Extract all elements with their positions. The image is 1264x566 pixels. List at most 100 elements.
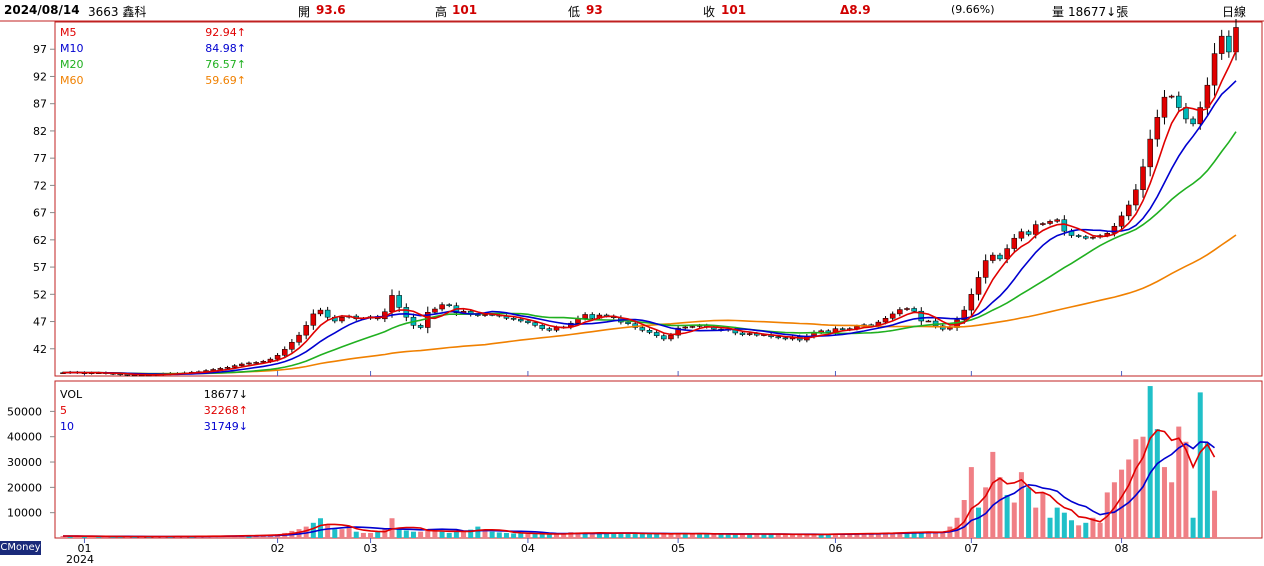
price-legend-value: 92.94↑ bbox=[205, 26, 246, 39]
price-legend-name: M5 bbox=[60, 26, 77, 39]
y-tick-label: 92 bbox=[33, 70, 47, 83]
volume-bar bbox=[1133, 439, 1139, 538]
candle-body bbox=[639, 327, 646, 331]
stock-chart: 01 02 03 04 05 06 07 08202442475257626772778287… bbox=[0, 19, 1264, 566]
y-tick-label: 77 bbox=[33, 152, 47, 165]
price-legend-value: 84.98↑ bbox=[205, 42, 246, 55]
vol-y-tick-label: 40000 bbox=[7, 431, 42, 444]
candle-body bbox=[274, 355, 281, 360]
x-tick-label: 04 bbox=[521, 542, 535, 555]
volume-bar bbox=[418, 531, 424, 538]
x-tick-label: 08 bbox=[1115, 542, 1129, 555]
volume-bar bbox=[976, 507, 982, 538]
volume-bar bbox=[375, 531, 381, 538]
vol-y-tick-label: 10000 bbox=[7, 507, 42, 520]
volume-bar bbox=[310, 522, 316, 538]
candle-body bbox=[1154, 117, 1161, 140]
volume-bar bbox=[1054, 507, 1060, 538]
volume-bar bbox=[1204, 443, 1210, 538]
volume-bar bbox=[997, 477, 1003, 538]
candle-body bbox=[782, 337, 789, 340]
candle-body bbox=[303, 325, 309, 336]
candle-body bbox=[1218, 35, 1225, 54]
volume-bar bbox=[968, 467, 974, 538]
volume-bar bbox=[360, 532, 366, 538]
candle-body bbox=[1147, 138, 1153, 168]
volume-bar bbox=[1183, 441, 1189, 538]
volume-legend-name: VOL bbox=[60, 388, 83, 401]
candle-body bbox=[1118, 215, 1125, 227]
volume-bar bbox=[1119, 469, 1125, 538]
volume-bar bbox=[639, 533, 645, 538]
volume-bar bbox=[704, 533, 710, 538]
candle-body bbox=[432, 308, 438, 313]
candle-body bbox=[1190, 118, 1196, 125]
volume-bar bbox=[496, 532, 502, 538]
candle-body bbox=[1040, 223, 1046, 225]
volume-bar bbox=[933, 532, 939, 538]
volume-legend-value: 31749↓ bbox=[204, 420, 248, 433]
candle-body bbox=[990, 254, 996, 261]
price-legend-name: M60 bbox=[60, 74, 84, 87]
candle-body bbox=[589, 314, 596, 319]
volume-bar bbox=[1147, 386, 1153, 538]
volume-bar bbox=[646, 533, 653, 538]
x-tick-label: 07 bbox=[964, 542, 978, 555]
candle-body bbox=[997, 254, 1003, 260]
candle-body bbox=[539, 325, 545, 329]
candle-body bbox=[1168, 95, 1175, 98]
candle-body bbox=[1233, 27, 1239, 53]
volume-bar bbox=[1068, 520, 1074, 538]
candle-body bbox=[1140, 166, 1146, 190]
candle-body bbox=[1032, 224, 1039, 235]
candle-body bbox=[1204, 84, 1211, 108]
candle-body bbox=[239, 363, 245, 366]
volume-bar bbox=[368, 532, 374, 538]
candle-body bbox=[689, 326, 696, 328]
price-legend-value: 76.57↑ bbox=[205, 58, 246, 71]
candle-body bbox=[389, 295, 395, 312]
candle-body bbox=[739, 332, 746, 335]
candle-body bbox=[532, 322, 538, 326]
ma20-line bbox=[62, 131, 1237, 375]
candle-body bbox=[1161, 96, 1168, 118]
candle-body bbox=[904, 308, 910, 310]
volume-bar bbox=[1154, 429, 1160, 538]
candle-body bbox=[553, 327, 560, 331]
candle-body bbox=[1018, 231, 1025, 239]
volume-bar bbox=[1083, 522, 1089, 538]
candle-body bbox=[518, 319, 524, 322]
x-tick-label: 06 bbox=[828, 542, 842, 555]
volume-bar bbox=[403, 530, 409, 538]
volume-bar bbox=[518, 533, 524, 538]
ma60-line bbox=[62, 234, 1237, 375]
candle-body bbox=[925, 320, 932, 323]
candle-body bbox=[911, 308, 917, 312]
candle-body bbox=[224, 367, 231, 369]
vol-y-tick-label: 30000 bbox=[7, 456, 42, 469]
volume-bar bbox=[317, 518, 323, 538]
price-legend-value: 59.69↑ bbox=[205, 74, 246, 87]
volume-legend-name: 5 bbox=[60, 404, 67, 417]
volume-bar bbox=[525, 533, 531, 538]
candle-body bbox=[1025, 231, 1032, 235]
volume-bar bbox=[1004, 494, 1010, 538]
candle-body bbox=[582, 314, 588, 319]
volume-bar bbox=[711, 534, 717, 538]
volume-bar bbox=[1061, 512, 1067, 538]
candle-body bbox=[646, 330, 653, 333]
candle-body bbox=[296, 334, 302, 343]
candle-body bbox=[668, 334, 674, 340]
y-tick-label: 72 bbox=[33, 179, 47, 192]
volume-bar bbox=[325, 525, 331, 538]
candle-body bbox=[746, 333, 753, 335]
candle-body bbox=[1133, 189, 1139, 206]
candle-body bbox=[231, 365, 238, 368]
x-tick-label: 02 bbox=[271, 542, 285, 555]
ma5-line bbox=[62, 50, 1237, 376]
x-tick-label: 03 bbox=[364, 542, 378, 555]
candle-body bbox=[889, 313, 896, 319]
candle-body bbox=[1083, 236, 1089, 239]
volume-bar bbox=[339, 529, 345, 538]
candle-body bbox=[525, 320, 531, 323]
